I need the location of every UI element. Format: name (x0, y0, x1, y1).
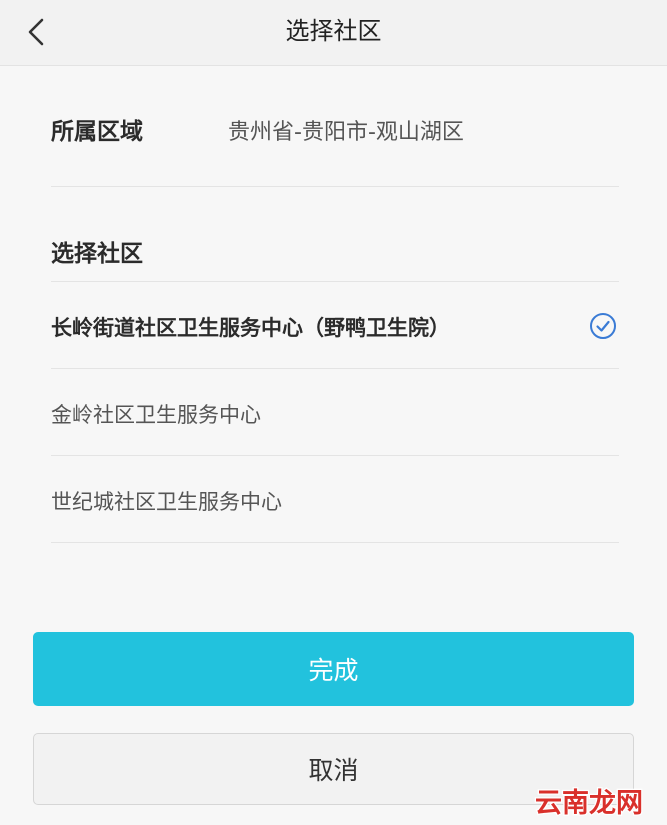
community-section-title: 选择社区 (51, 241, 143, 267)
top-nav-bar: 选择社区 (0, 0, 667, 66)
community-item[interactable]: 长岭街道社区卫生服务中心（野鸭卫生院） (51, 282, 619, 369)
page-title: 选择社区 (285, 17, 382, 45)
check-circle-icon (590, 313, 616, 339)
region-value: 贵州省-贵阳市-观山湖区 (228, 120, 464, 145)
community-item[interactable]: 世纪城社区卫生服务中心 (51, 456, 619, 543)
community-item[interactable]: 金岭社区卫生服务中心 (51, 369, 619, 456)
watermark-logo: 云南龙网 (534, 787, 645, 820)
community-item-label: 金岭社区卫生服务中心 (51, 403, 261, 427)
community-item-label: 长岭街道社区卫生服务中心（野鸭卫生院） (51, 316, 450, 340)
community-item-label: 世纪城社区卫生服务中心 (51, 490, 282, 514)
community-section-header: 选择社区 (51, 187, 619, 282)
done-button[interactable]: 完成 (33, 632, 634, 706)
svg-text:云南龙网: 云南龙网 (535, 788, 643, 819)
region-row: 所属区域 贵州省-贵阳市-观山湖区 (51, 66, 619, 187)
region-label: 所属区域 (51, 119, 143, 145)
form-content: 所属区域 贵州省-贵阳市-观山湖区 选择社区 长岭街道社区卫生服务中心（野鸭卫生… (51, 66, 619, 543)
